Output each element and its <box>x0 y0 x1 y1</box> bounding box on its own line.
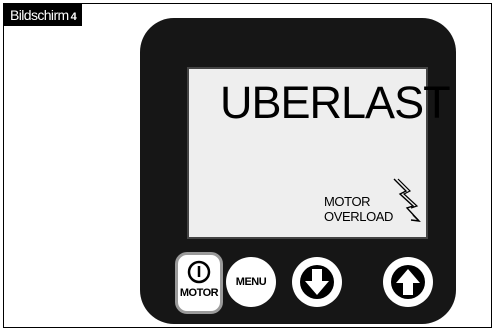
down-button[interactable] <box>292 257 342 307</box>
message-line-1: MOTOR <box>324 194 371 209</box>
menu-button-label: MENU <box>235 276 267 288</box>
menu-button[interactable]: MENU <box>226 257 276 307</box>
display-message: MOTOR OVERLOAD <box>324 194 393 224</box>
arrow-down-icon <box>300 265 334 299</box>
screen-label-number: 4 <box>70 11 77 23</box>
arrow-up-icon <box>391 265 425 299</box>
display-title: UBERLAST <box>220 77 451 128</box>
motor-button-label: MOTOR <box>179 287 219 299</box>
power-icon <box>187 260 211 284</box>
screen-label-text: Bildschirm <box>10 7 69 23</box>
motor-button[interactable]: MOTOR <box>175 252 223 314</box>
lcd-display: UBERLAST MOTOR OVERLOAD <box>187 67 451 239</box>
up-button[interactable] <box>383 257 433 307</box>
lightning-bolt-icon <box>393 178 421 222</box>
screen-label: Bildschirm 4 <box>4 4 83 26</box>
message-line-2: OVERLOAD <box>324 209 394 224</box>
